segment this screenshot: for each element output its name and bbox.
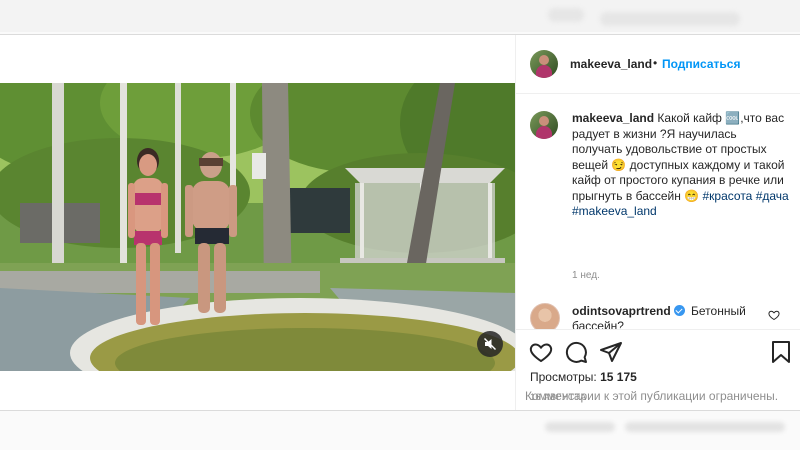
mute-button[interactable] [477,331,503,357]
blurred-top-bar [0,0,800,32]
bookmark-icon[interactable] [770,340,792,364]
post-card: makeeva_land • Подписаться makeeva_land … [0,34,800,411]
commenter-username[interactable]: odintsovaprtrend [572,304,671,318]
commenter-avatar[interactable] [530,303,560,329]
comment-like-heart-icon[interactable] [768,309,780,321]
comment-item: odintsovaprtrend Бетонный бассейн? [516,297,800,329]
heart-icon[interactable] [529,340,553,364]
blurred-element [545,422,615,432]
caption-author-avatar[interactable] [530,111,558,139]
verified-badge-icon [673,305,685,316]
blurred-bottom-area [515,412,800,450]
comments-restricted-notice: Комментарии к этой публикации ограничены… [525,389,779,403]
comment-icon[interactable] [564,340,588,364]
author-avatar[interactable] [530,50,558,78]
post-side-panel: makeeva_land • Подписаться makeeva_land … [515,35,800,410]
comment-text: odintsovaprtrend Бетонный бассейн? [572,304,762,329]
follow-button[interactable]: Подписаться [662,57,740,71]
post-video[interactable] [0,83,515,371]
post-caption: makeeva_land Какой кайф 🆒,что вас радует… [572,111,790,220]
post-header: makeeva_land • Подписаться [516,35,800,94]
comments-area: makeeva_land Какой кайф 🆒,что вас радует… [516,94,800,288]
caption-username[interactable]: makeeva_land [572,111,654,125]
separator-dot: • [653,56,658,70]
muted-speaker-icon [484,338,496,350]
view-count[interactable]: Просмотры: 15 175 [530,370,637,384]
caption-timestamp[interactable]: 1 нед. [572,270,600,281]
views-number: 15 175 [600,370,637,384]
author-username[interactable]: makeeva_land [570,57,652,71]
blurred-element [625,422,785,432]
hashtag-link[interactable]: #дача [756,189,789,203]
blurred-element [600,12,740,26]
hashtag-link[interactable]: #makeeva_land [572,204,657,218]
views-label: Просмотры: [530,370,597,384]
video-frame [0,83,515,371]
blurred-element [548,8,584,22]
hashtag-link[interactable]: #красота [703,189,753,203]
share-icon[interactable] [599,340,623,364]
